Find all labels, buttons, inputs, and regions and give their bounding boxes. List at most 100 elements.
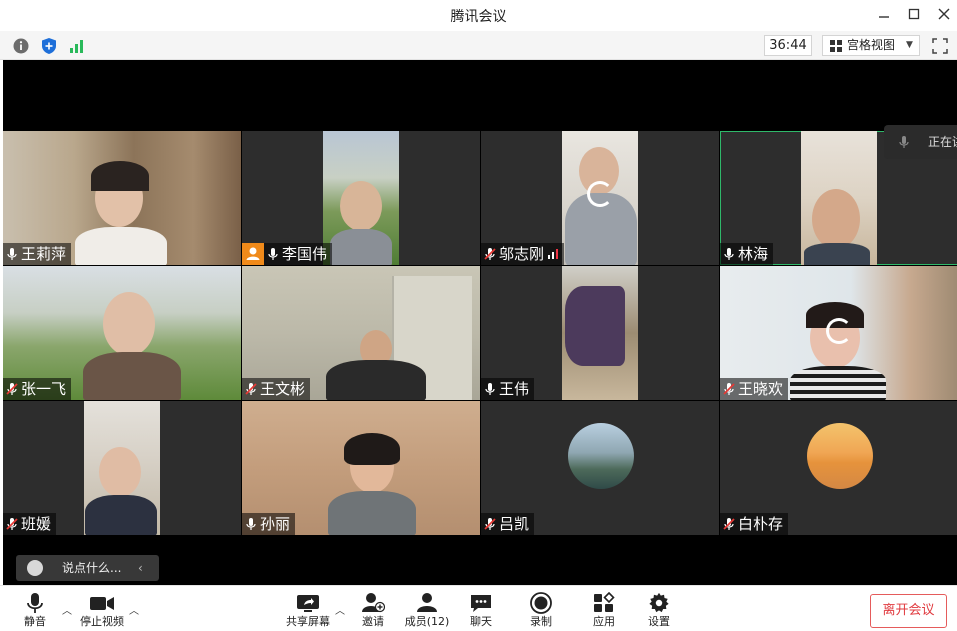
participant-name-bar: 邬志刚 bbox=[481, 243, 565, 265]
video-tile[interactable]: 张一飞 bbox=[3, 266, 241, 400]
video-tile[interactable]: 孙丽 bbox=[242, 401, 480, 535]
shield-icon[interactable] bbox=[40, 37, 58, 55]
microphone-muted-icon bbox=[484, 518, 496, 530]
video-tile[interactable]: 吕凯 bbox=[481, 401, 719, 535]
person-body bbox=[326, 360, 426, 400]
user-icon bbox=[246, 247, 260, 260]
microphone-icon bbox=[485, 383, 495, 395]
mute-button[interactable]: 静音 bbox=[20, 592, 50, 629]
avatar bbox=[807, 423, 873, 489]
speaking-indicator[interactable]: 正在讲 bbox=[884, 125, 957, 159]
record-icon bbox=[530, 592, 552, 614]
title-bar: 腾讯会议 bbox=[0, 0, 957, 31]
signal-strength-icon bbox=[548, 249, 559, 259]
microphone-icon bbox=[27, 593, 43, 613]
minimize-button[interactable] bbox=[873, 4, 895, 26]
chevron-up-icon[interactable]: ︿ bbox=[129, 602, 139, 617]
person-body bbox=[75, 227, 167, 265]
video-tile[interactable]: 王莉萍 bbox=[3, 131, 241, 265]
microphone-muted-icon bbox=[484, 248, 496, 260]
video-camera-icon bbox=[90, 597, 114, 610]
participant-name-bar: 王莉萍 bbox=[3, 243, 72, 265]
participant-name-bar: 王文彬 bbox=[242, 378, 311, 400]
chat-placeholder: 说点什么... bbox=[62, 561, 122, 575]
participant-name: 林海 bbox=[738, 245, 769, 263]
share-screen-button[interactable]: 共享屏幕 bbox=[284, 592, 332, 629]
video-grid: 王莉萍 李国伟 邬志刚 林海 张一飞 王文彬 王伟 王晓欢 班媛 孙丽 吕凯 白… bbox=[3, 131, 957, 581]
microphone-muted-icon bbox=[723, 518, 735, 530]
emoji-icon[interactable] bbox=[27, 560, 43, 576]
participant-name: 邬志刚 bbox=[499, 245, 545, 263]
participant-name-bar: 白朴存 bbox=[720, 513, 789, 535]
invite-button[interactable]: 邀请 bbox=[359, 592, 387, 629]
participant-name-bar: 张一飞 bbox=[3, 378, 72, 400]
settings-label: 设置 bbox=[648, 615, 670, 628]
chat-button[interactable]: 聊天 bbox=[467, 592, 495, 629]
signal-icon[interactable] bbox=[68, 37, 86, 55]
view-layout-dropdown[interactable]: 宫格视图 ▼ bbox=[822, 35, 920, 56]
person-body bbox=[804, 243, 870, 265]
person-face bbox=[103, 292, 155, 356]
view-layout-label: 宫格视图 bbox=[847, 38, 896, 52]
chat-quick-input[interactable]: 说点什么... ‹ bbox=[16, 555, 159, 581]
grid-view-icon bbox=[830, 40, 842, 52]
avatar bbox=[568, 423, 634, 489]
video-tile[interactable]: 王晓欢 bbox=[720, 266, 957, 400]
participant-name-bar: 李国伟 bbox=[264, 243, 333, 265]
participant-name: 孙丽 bbox=[260, 515, 291, 533]
members-label: 成员(12) bbox=[404, 615, 450, 628]
participant-name: 白朴存 bbox=[738, 515, 784, 533]
apps-label: 应用 bbox=[593, 615, 615, 628]
status-bar: 36:44 宫格视图 ▼ bbox=[0, 31, 957, 60]
participant-name: 王莉萍 bbox=[21, 245, 67, 263]
record-button[interactable]: 录制 bbox=[527, 592, 555, 629]
microphone-muted-icon bbox=[723, 383, 735, 395]
gear-icon bbox=[649, 592, 669, 613]
participant-name: 王文彬 bbox=[260, 380, 306, 398]
leave-meeting-button[interactable]: 离开会议 bbox=[870, 594, 947, 628]
participant-name-bar: 王伟 bbox=[481, 378, 535, 400]
stop-video-button[interactable]: 停止视频 bbox=[78, 592, 126, 629]
caret-down-icon: ▼ bbox=[906, 40, 913, 50]
video-tile[interactable]: 王文彬 bbox=[242, 266, 480, 400]
maximize-button[interactable] bbox=[903, 4, 925, 26]
chevron-left-icon[interactable]: ‹ bbox=[138, 555, 143, 581]
share-screen-label: 共享屏幕 bbox=[286, 615, 330, 628]
microphone-muted-icon bbox=[245, 383, 257, 395]
fullscreen-icon[interactable] bbox=[931, 37, 949, 55]
settings-button[interactable]: 设置 bbox=[645, 592, 673, 629]
chevron-up-icon[interactable]: ︿ bbox=[335, 602, 345, 617]
info-icon[interactable] bbox=[12, 37, 30, 55]
video-tile[interactable]: 班媛 bbox=[3, 401, 241, 535]
person-body bbox=[85, 495, 157, 535]
participant-name: 李国伟 bbox=[282, 245, 328, 263]
speaking-label: 正在讲 bbox=[928, 135, 957, 149]
close-button[interactable] bbox=[933, 4, 955, 26]
stop-video-label: 停止视频 bbox=[80, 615, 124, 628]
apps-button[interactable]: 应用 bbox=[590, 592, 618, 629]
microphone-icon bbox=[268, 248, 278, 260]
record-label: 录制 bbox=[530, 615, 552, 628]
person-hair bbox=[344, 433, 400, 465]
microphone-muted-icon bbox=[6, 518, 18, 530]
avatar-badge bbox=[242, 243, 264, 265]
video-tile[interactable]: 王伟 bbox=[481, 266, 719, 400]
members-button[interactable]: 成员(12) bbox=[404, 592, 450, 629]
participant-name: 吕凯 bbox=[499, 515, 530, 533]
loading-icon bbox=[826, 318, 852, 344]
video-stage: 王莉萍 李国伟 邬志刚 林海 张一飞 王文彬 王伟 王晓欢 班媛 孙丽 吕凯 白… bbox=[3, 60, 957, 585]
share-screen-icon bbox=[297, 595, 319, 612]
video-tile[interactable]: 白朴存 bbox=[720, 401, 957, 535]
microphone-icon bbox=[7, 248, 17, 260]
video-tile[interactable]: 邬志刚 bbox=[481, 131, 719, 265]
apps-icon bbox=[594, 592, 615, 612]
chevron-up-icon[interactable]: ︿ bbox=[62, 602, 72, 617]
person-face bbox=[812, 189, 860, 249]
window-title: 腾讯会议 bbox=[450, 9, 507, 25]
invite-label: 邀请 bbox=[362, 615, 384, 628]
participant-name-bar: 王晓欢 bbox=[720, 378, 789, 400]
person-body bbox=[330, 229, 392, 265]
video-tile[interactable]: 李国伟 bbox=[242, 131, 480, 265]
microphone-icon bbox=[724, 248, 734, 260]
chat-label: 聊天 bbox=[470, 615, 492, 628]
